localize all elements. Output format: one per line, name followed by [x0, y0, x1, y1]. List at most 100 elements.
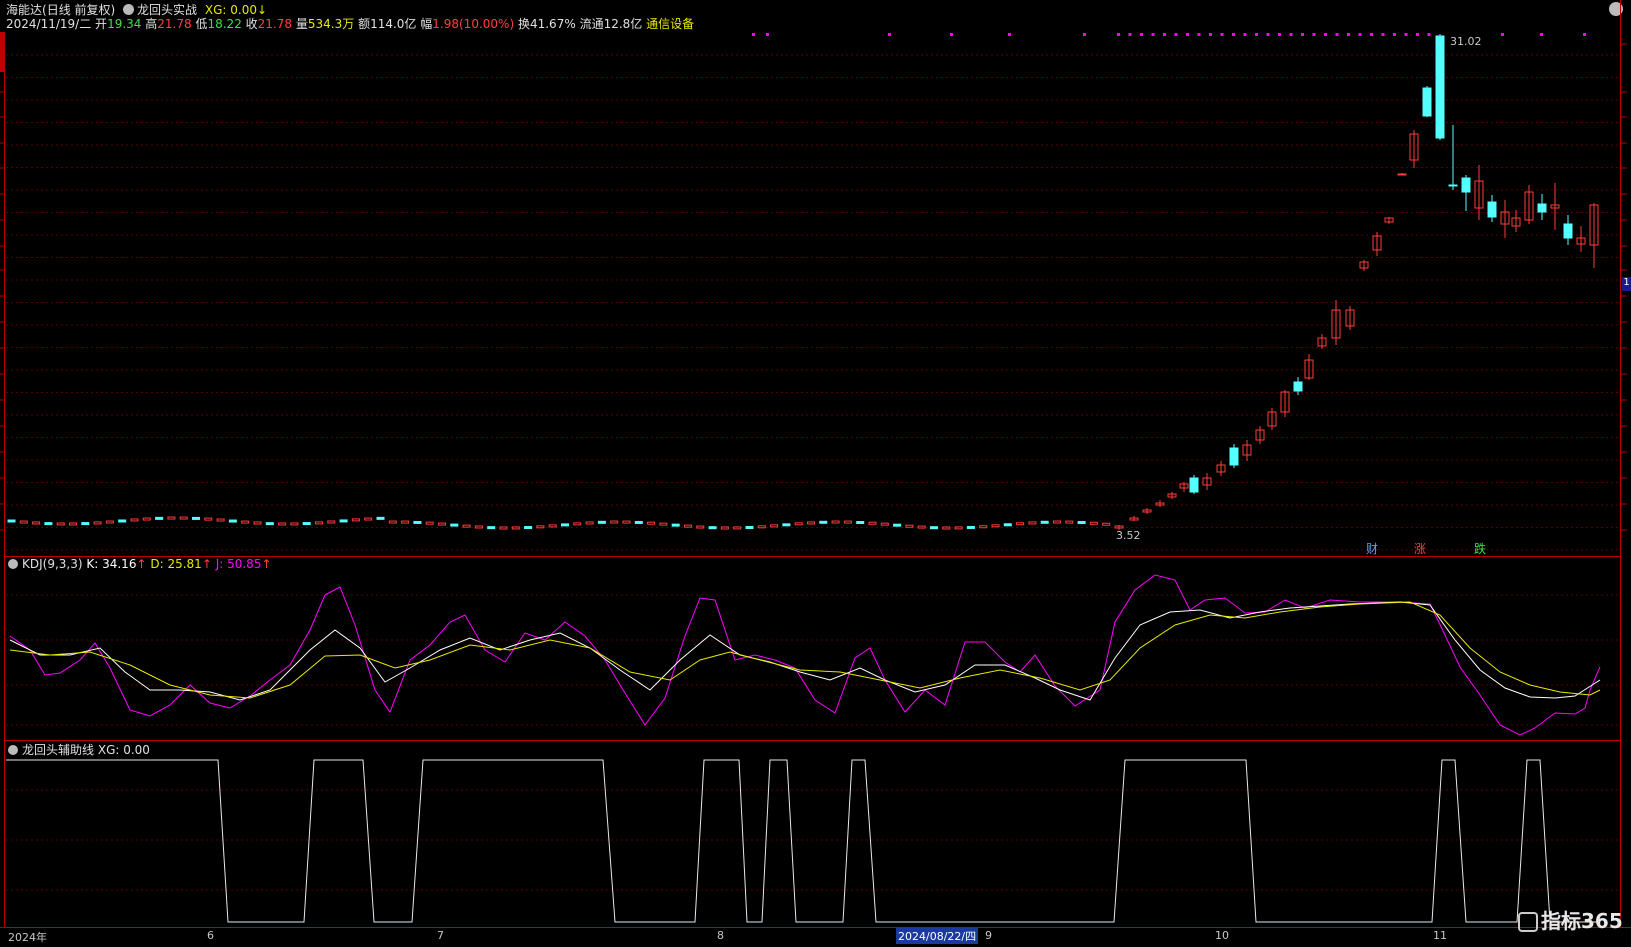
candle — [770, 524, 779, 528]
candle — [425, 521, 434, 525]
time-label-jul: 7 — [437, 929, 444, 942]
candle — [1129, 517, 1139, 521]
candle — [794, 522, 803, 526]
kdj-j-line — [9, 574, 1601, 736]
candle — [1040, 520, 1049, 524]
volume-value: 534.3万 — [307, 17, 355, 31]
candle — [1255, 429, 1265, 441]
signal-dot — [1324, 33, 1327, 36]
turnover-label: 换 — [517, 17, 530, 31]
candle — [659, 522, 668, 526]
candle — [1345, 309, 1355, 327]
candle — [499, 526, 508, 530]
candle — [1293, 381, 1303, 392]
signal-dot — [1404, 33, 1408, 36]
candle — [991, 524, 1000, 528]
limit-down-badge[interactable]: 跌 — [1474, 540, 1486, 557]
watermark-logo: 指标365 — [1518, 905, 1623, 934]
aux-step-line — [6, 759, 1600, 923]
candle — [1202, 477, 1212, 486]
candle — [302, 522, 311, 526]
candle — [81, 522, 90, 526]
candle — [204, 517, 213, 521]
candle — [1563, 223, 1573, 239]
finance-badge[interactable]: 财 — [1366, 540, 1378, 557]
signal-dot — [1278, 33, 1281, 36]
candle — [241, 520, 250, 524]
signal-dot — [1540, 33, 1543, 36]
signal-dot — [1301, 33, 1304, 36]
time-axis-border — [0, 927, 1631, 928]
quote-date: 2024/11/19/二 — [6, 17, 92, 31]
open-value: 19.34 — [107, 17, 142, 31]
candle — [1267, 411, 1277, 427]
candle — [893, 523, 902, 527]
candle — [290, 522, 299, 526]
kdj-name[interactable]: KDJ(9,3,3) — [22, 557, 83, 571]
candle — [1397, 173, 1407, 176]
candle — [1474, 180, 1484, 209]
aux-header: 龙回头辅助线 XG: 0.00 — [8, 741, 150, 758]
candle — [364, 517, 373, 521]
candle — [1016, 522, 1025, 526]
time-label-year: 2024年 — [8, 931, 47, 944]
candle — [401, 520, 410, 524]
candle — [32, 521, 41, 525]
signal-dot — [1335, 33, 1339, 36]
signal-dot — [1416, 33, 1419, 36]
candle — [868, 521, 877, 525]
candle — [979, 525, 988, 529]
turnover-value: 41.67% — [529, 17, 576, 31]
signal-dot — [1220, 33, 1224, 36]
logo-icon — [1518, 912, 1538, 932]
candle — [548, 524, 557, 528]
aux-name[interactable]: 龙回头辅助线 — [22, 743, 94, 757]
candle — [19, 520, 28, 524]
signal-dot — [1381, 33, 1385, 36]
candle — [413, 520, 422, 524]
kdj-d-value: D: 25.81 — [150, 557, 202, 571]
sector-label[interactable]: 通信设备 — [646, 17, 694, 31]
candle — [610, 520, 619, 524]
left-scale-tab[interactable] — [0, 32, 5, 72]
candle — [720, 526, 729, 530]
signal-dot — [1289, 33, 1293, 36]
candle — [561, 523, 569, 527]
signal-dot — [766, 33, 769, 36]
kdj-toggle-icon[interactable] — [8, 559, 18, 569]
signal-dot — [1163, 33, 1166, 36]
candle — [647, 521, 656, 525]
candle — [1448, 184, 1458, 187]
candle — [1102, 522, 1111, 526]
aux-toggle-icon[interactable] — [8, 745, 18, 755]
candle — [880, 522, 889, 526]
candle — [1028, 521, 1037, 525]
kdj-k-value: K: 34.16 — [86, 557, 137, 571]
candle — [684, 524, 692, 528]
signal-dot — [1186, 33, 1189, 36]
candle — [1331, 309, 1341, 339]
candle — [1053, 520, 1061, 524]
main-price-chart[interactable] — [0, 0, 1631, 947]
candle — [118, 519, 127, 523]
signal-dot — [1583, 33, 1586, 36]
indicator-toggle-icon[interactable] — [123, 4, 135, 15]
candle — [831, 520, 840, 524]
time-label-nov: 11 — [1433, 929, 1447, 942]
candle — [376, 516, 385, 520]
candle — [56, 522, 65, 526]
candle — [1317, 337, 1327, 347]
candle — [708, 526, 717, 530]
high-label: 高 — [145, 17, 158, 31]
volume-label: 量 — [295, 17, 308, 31]
kdj-aux-divider — [4, 740, 1620, 741]
candle — [966, 525, 975, 529]
signal-dot — [1128, 33, 1132, 36]
candle — [1189, 477, 1199, 493]
signal-dot — [1370, 33, 1373, 36]
right-axis-border — [1620, 0, 1621, 927]
signal-dot — [752, 33, 755, 36]
limit-up-badge[interactable]: 涨 — [1414, 540, 1426, 557]
high-price-marker: 31.02 — [1450, 35, 1482, 48]
candle — [634, 520, 643, 524]
